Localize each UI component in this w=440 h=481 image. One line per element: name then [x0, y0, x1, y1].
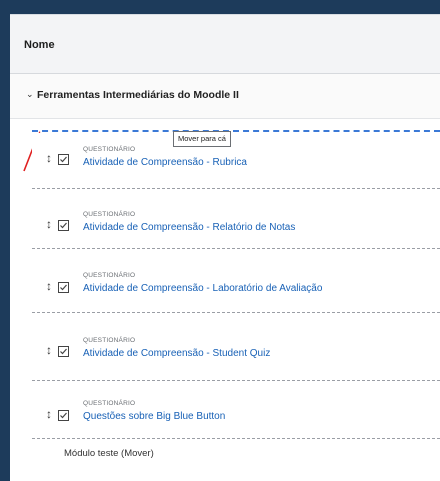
move-handle-icon[interactable]: ↕ [44, 279, 54, 293]
move-handle-icon[interactable]: ↕ [44, 217, 54, 231]
quiz-check-icon [58, 346, 69, 357]
item-type-label: QUESTIONÁRIO [83, 337, 136, 344]
column-name-header: Nome [24, 39, 55, 51]
table-header: Nome [10, 15, 440, 74]
module-move-label[interactable]: Módulo teste (Mover) [64, 448, 154, 459]
move-handle-icon[interactable]: ↕ [44, 151, 54, 165]
chevron-down-icon[interactable]: ⌄ [26, 89, 34, 100]
divider [32, 380, 440, 381]
item-link[interactable]: Atividade de Compreensão - Laboratório d… [83, 283, 322, 294]
quiz-check-icon [58, 282, 69, 293]
section-title[interactable]: Ferramentas Intermediárias do Moodle II [37, 89, 239, 101]
drop-target-line[interactable] [32, 130, 440, 132]
course-panel: Nome ⌄ Ferramentas Intermediárias do Moo… [10, 14, 440, 481]
item-type-label: QUESTIONÁRIO [83, 211, 136, 218]
divider [32, 312, 440, 313]
item-type-label: QUESTIONÁRIO [83, 146, 136, 153]
quiz-check-icon [58, 220, 69, 231]
item-link[interactable]: Atividade de Compreensão - Student Quiz [83, 348, 270, 359]
item-link[interactable]: Atividade de Compreensão - Rubrica [83, 157, 247, 168]
item-link[interactable]: Atividade de Compreensão - Relatório de … [83, 222, 295, 233]
window-frame: Nome ⌄ Ferramentas Intermediárias do Moo… [0, 0, 440, 481]
move-handle-icon[interactable]: ↕ [44, 407, 54, 421]
move-handle-icon[interactable]: ↕ [44, 343, 54, 357]
item-type-label: QUESTIONÁRIO [83, 272, 136, 279]
quiz-check-icon [58, 154, 69, 165]
section-row[interactable]: ⌄ Ferramentas Intermediárias do Moodle I… [10, 74, 440, 119]
divider [32, 438, 440, 439]
divider [32, 248, 440, 249]
item-type-label: QUESTIONÁRIO [83, 400, 136, 407]
item-link[interactable]: Questões sobre Big Blue Button [83, 411, 225, 422]
tooltip: Mover para cá [173, 131, 231, 147]
divider [32, 188, 440, 189]
quiz-check-icon [58, 410, 69, 421]
